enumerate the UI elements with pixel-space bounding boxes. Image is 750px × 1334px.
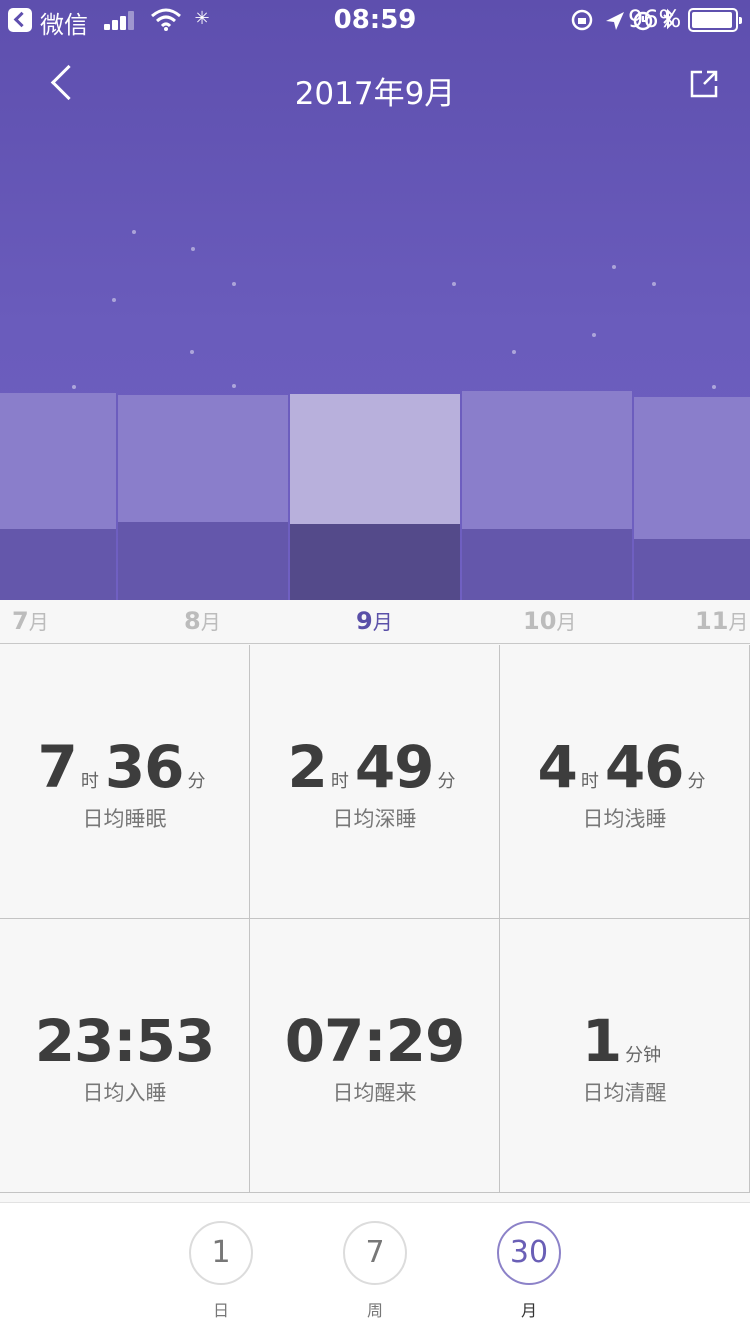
- month-label-jul[interactable]: 7月: [12, 606, 49, 635]
- stat-label: 日均清醒: [582, 1081, 667, 1105]
- bar-deep-sleep: [634, 539, 750, 600]
- month-bar-oct[interactable]: [462, 391, 632, 600]
- star-decoration: [132, 230, 136, 234]
- month-bar-nov[interactable]: [634, 397, 750, 600]
- tab-week-circle[interactable]: 7: [343, 1221, 407, 1285]
- bar-light-sleep: [290, 394, 460, 524]
- month-label-nov[interactable]: 11月: [695, 606, 748, 635]
- star-decoration: [191, 247, 195, 251]
- rotation-lock-icon: [571, 9, 593, 31]
- tab-week-label: 周: [366, 1301, 383, 1320]
- stat-avg-awake: 1 分钟 日均清醒: [500, 919, 750, 1193]
- month-bar-jul[interactable]: [0, 393, 116, 600]
- star-decoration: [712, 385, 716, 389]
- share-icon[interactable]: [686, 66, 722, 102]
- page-title: 2017年9月: [294, 76, 456, 112]
- bar-light-sleep: [634, 397, 750, 539]
- month-bar-sep[interactable]: [290, 394, 460, 600]
- tab-week[interactable]: 7 周: [343, 1221, 407, 1321]
- month-label-oct[interactable]: 10月: [523, 606, 576, 635]
- stat-value: 1 分钟: [581, 1007, 662, 1075]
- stat-value: 2 时 49 分: [287, 733, 456, 801]
- tab-month-label: 月: [520, 1301, 537, 1320]
- tab-month-circle[interactable]: 30: [497, 1221, 561, 1285]
- stat-avg-bedtime: 23:53 日均入睡: [0, 919, 250, 1193]
- month-label-aug[interactable]: 8月: [184, 606, 221, 635]
- bar-light-sleep: [462, 391, 632, 529]
- star-decoration: [112, 298, 116, 302]
- month-axis: 7月 8月 9月 10月 11月: [0, 600, 750, 644]
- tab-day[interactable]: 1 日: [189, 1221, 253, 1321]
- star-decoration: [452, 282, 456, 286]
- stat-label: 日均入睡: [82, 1081, 167, 1105]
- stat-value: 7 时 36 分: [37, 733, 206, 801]
- stat-avg-light-sleep: 4 时 46 分 日均浅睡: [500, 645, 750, 919]
- tab-day-circle[interactable]: 1: [189, 1221, 253, 1285]
- stat-label: 日均睡眠: [82, 807, 167, 831]
- star-decoration: [652, 282, 656, 286]
- bar-deep-sleep: [118, 522, 288, 600]
- stat-value: 07:29: [284, 1007, 466, 1075]
- stat-label: 日均浅睡: [582, 807, 667, 831]
- stat-avg-deep-sleep: 2 时 49 分 日均深睡: [250, 645, 500, 919]
- battery-icon: [688, 8, 742, 32]
- stat-label: 日均醒来: [332, 1081, 417, 1105]
- bar-deep-sleep: [290, 524, 460, 600]
- bar-deep-sleep: [462, 529, 632, 600]
- battery-percent: 96%: [628, 5, 682, 33]
- stat-value: 4 时 46 分: [537, 733, 706, 801]
- stat-avg-sleep: 7 时 36 分 日均睡眠: [0, 645, 250, 919]
- bar-light-sleep: [118, 395, 288, 522]
- month-bar-aug[interactable]: [118, 395, 288, 600]
- star-decoration: [232, 384, 236, 388]
- star-decoration: [72, 385, 76, 389]
- stat-value: 23:53: [34, 1007, 216, 1075]
- bar-light-sleep: [0, 393, 116, 529]
- sleep-stats-grid: 7 时 36 分 日均睡眠 2 时 49 分 日均深睡 4 时 46 分 日均浅睡 23:53 日…: [0, 645, 750, 1193]
- period-tab-bar: 1 日 7 周 30 月: [0, 1202, 750, 1334]
- star-decoration: [232, 282, 236, 286]
- tab-month[interactable]: 30 月: [497, 1221, 561, 1321]
- star-decoration: [190, 350, 194, 354]
- status-bar: 微信 ✳ 08:59 96%: [0, 0, 750, 40]
- star-decoration: [512, 350, 516, 354]
- star-decoration: [592, 333, 596, 337]
- month-label-sep[interactable]: 9月: [356, 606, 393, 635]
- tab-day-label: 日: [212, 1301, 229, 1320]
- location-icon: [606, 12, 624, 30]
- star-decoration: [612, 265, 616, 269]
- stat-avg-wake-time: 07:29 日均醒来: [250, 919, 500, 1193]
- stat-label: 日均深睡: [332, 807, 417, 831]
- sleep-chart-area: 微信 ✳ 08:59 96% 2017年9月: [0, 0, 750, 600]
- bar-deep-sleep: [0, 529, 116, 600]
